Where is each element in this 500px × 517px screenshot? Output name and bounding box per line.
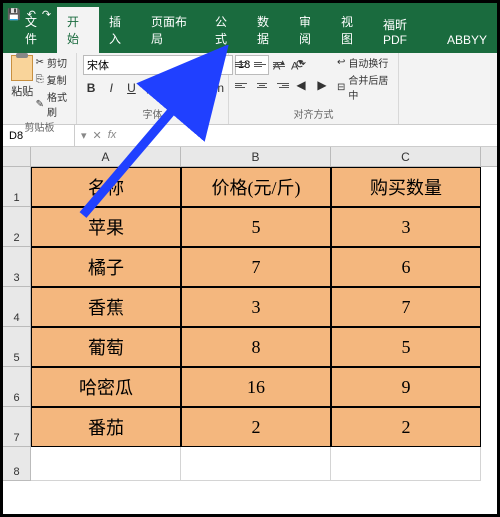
tab-data[interactable]: 数据 [247,7,289,53]
cell[interactable] [31,447,181,481]
ribbon: 粘贴 ✂剪切 ⎘复制 ✎格式刷 剪贴板 A▴ A▾ B I U ▦ ◆ [3,53,497,125]
row-header[interactable]: 8 [3,447,31,481]
column-headers: A B C [3,147,497,167]
paste-label: 粘贴 [11,83,33,99]
cell[interactable]: 6 [331,247,481,287]
underline-button[interactable]: U [123,79,139,97]
grid-row: 8 [3,447,497,481]
paste-icon [11,55,33,81]
cell[interactable]: 葡萄 [31,327,181,367]
wrap-icon: ↩ [337,57,345,68]
tab-review[interactable]: 审阅 [289,7,331,53]
font-group: A▴ A▾ B I U ▦ ◆ A wén 字体 [77,53,229,124]
orientation-icon[interactable]: ⟳ [292,55,310,73]
font-group-label: 字体 [83,106,222,122]
cell[interactable]: 7 [331,287,481,327]
ribbon-tabs: 文件 开始 插入 页面布局 公式 数据 审阅 视图 福昕PDF ABBYY [3,25,497,53]
grid-row: 2 苹果 5 3 [3,207,497,247]
merge-center-button[interactable]: ⊟合并后居中 [337,72,392,102]
align-middle-icon[interactable] [254,57,270,71]
cell[interactable]: 橘子 [31,247,181,287]
fill-color-button[interactable]: ◆ [164,79,180,97]
grid-row: 7 番茄 2 2 [3,407,497,447]
merge-icon: ⊟ [337,82,345,93]
cut-button[interactable]: ✂剪切 [36,55,70,70]
grid-row: 4 香蕉 3 7 [3,287,497,327]
align-center-icon[interactable] [254,78,270,92]
cell[interactable]: 2 [331,407,481,447]
clipboard-group: 粘贴 ✂剪切 ⎘复制 ✎格式刷 剪贴板 [3,53,77,124]
align-right-icon[interactable] [273,78,289,92]
font-name-select[interactable] [83,55,233,75]
grid-row: 1 名称 价格(元/斤) 购买数量 [3,167,497,207]
column-header-b[interactable]: B [181,147,331,166]
cell[interactable]: 5 [331,327,481,367]
cell[interactable] [331,447,481,481]
row-header[interactable]: 3 [3,247,31,287]
align-top-icon[interactable] [235,57,251,71]
cell[interactable]: 苹果 [31,207,181,247]
grid-row: 5 葡萄 8 5 [3,327,497,367]
column-header-a[interactable]: A [31,147,181,166]
tab-abbyy[interactable]: ABBYY [437,27,497,53]
select-all-corner[interactable] [3,147,31,166]
tab-file[interactable]: 文件 [15,7,57,53]
namebox-dropdown-icon[interactable]: ▾ [81,129,87,142]
border-button[interactable]: ▦ [144,79,160,97]
grid-row: 3 橘子 7 6 [3,247,497,287]
cell[interactable]: 8 [181,327,331,367]
align-left-icon[interactable] [235,78,251,92]
row-header[interactable]: 5 [3,327,31,367]
column-header-c[interactable]: C [331,147,481,166]
format-painter-button[interactable]: ✎格式刷 [36,89,70,119]
tab-home[interactable]: 开始 [57,7,99,53]
paste-button[interactable]: 粘贴 [9,55,36,119]
cell[interactable]: 7 [181,247,331,287]
cell[interactable]: 9 [331,367,481,407]
cell[interactable]: 价格(元/斤) [181,167,331,207]
bold-button[interactable]: B [83,79,99,97]
phonetic-button[interactable]: wén [204,79,222,97]
increase-indent-icon[interactable]: ▶ [313,76,331,94]
alignment-group-label: 对齐方式 [235,106,392,122]
grid-row: 6 哈密瓜 16 9 [3,367,497,407]
cell[interactable]: 3 [331,207,481,247]
tab-foxit[interactable]: 福昕PDF [373,10,437,53]
alignment-group: ⟳ ◀ ▶ ↩自动换行 ⊟合并后居中 对齐方式 [229,53,399,124]
tab-insert[interactable]: 插入 [99,7,141,53]
tab-layout[interactable]: 页面布局 [141,7,205,53]
row-header[interactable]: 1 [3,167,31,207]
name-box[interactable]: D8 [3,125,75,146]
italic-button[interactable]: I [103,79,119,97]
copy-button[interactable]: ⎘复制 [36,72,70,87]
wrap-text-button[interactable]: ↩自动换行 [337,55,392,70]
copy-icon: ⎘ [36,74,44,85]
row-header[interactable]: 4 [3,287,31,327]
cell[interactable]: 2 [181,407,331,447]
cell[interactable]: 5 [181,207,331,247]
cell[interactable]: 哈密瓜 [31,367,181,407]
cell[interactable]: 番茄 [31,407,181,447]
row-header[interactable]: 7 [3,407,31,447]
cell[interactable]: 名称 [31,167,181,207]
row-header[interactable]: 6 [3,367,31,407]
fx-icon[interactable]: fx [108,129,117,142]
cell[interactable]: 香蕉 [31,287,181,327]
align-bottom-icon[interactable] [273,57,289,71]
cell[interactable] [181,447,331,481]
cell[interactable]: 购买数量 [331,167,481,207]
spreadsheet-grid[interactable]: A B C 1 名称 价格(元/斤) 购买数量 2 苹果 5 3 3 橘子 7 … [3,147,497,481]
font-color-button[interactable]: A [184,79,200,97]
tab-formula[interactable]: 公式 [205,7,247,53]
decrease-indent-icon[interactable]: ◀ [292,76,310,94]
brush-icon: ✎ [36,99,44,110]
formula-bar-row: D8 ▾ ✕ fx [3,125,497,147]
row-header[interactable]: 2 [3,207,31,247]
cancel-icon[interactable]: ✕ [93,129,102,142]
tab-view[interactable]: 视图 [331,7,373,53]
cell[interactable]: 16 [181,367,331,407]
scissors-icon: ✂ [36,57,44,68]
cell[interactable]: 3 [181,287,331,327]
